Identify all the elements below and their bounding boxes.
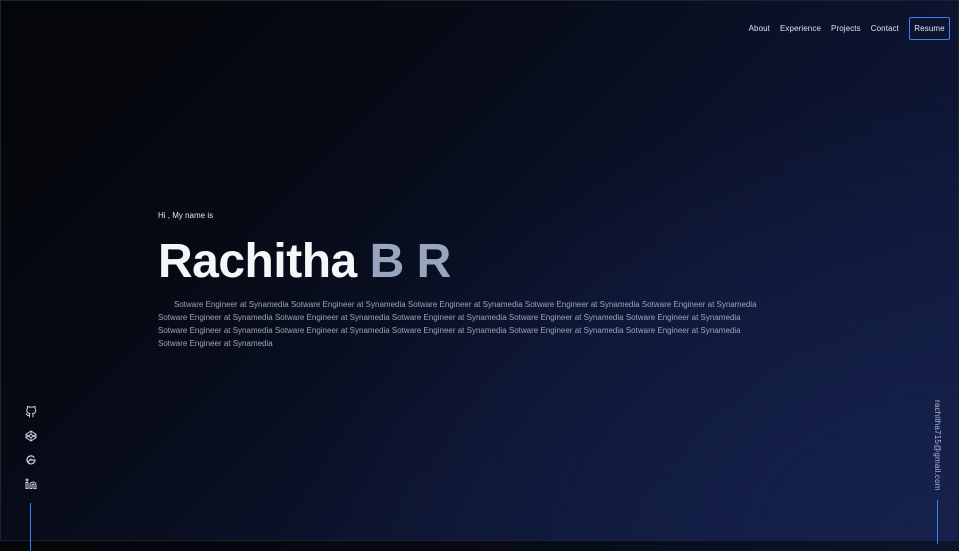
nav-experience[interactable]: Experience [780,24,821,33]
hero-bio: Sotware Engineer at Synamedia Sotware En… [158,300,757,348]
social-links [22,405,39,551]
email-divider-line [937,499,938,544]
hero-greeting: Hi , My name is [158,211,214,220]
hero-section: Hi , My name is Rachitha B R Sotware Eng… [158,211,768,350]
resume-button[interactable]: Resume [909,17,950,40]
linkedin-icon[interactable] [24,477,38,491]
social-divider-line [30,503,31,551]
nav-contact[interactable]: Contact [871,24,899,33]
codepen-icon[interactable] [24,429,38,443]
nav-about[interactable]: About [749,24,770,33]
hero-name-first: Rachitha [158,235,357,288]
gatsby-icon[interactable] [24,453,38,467]
hero-name: Rachitha B R [158,235,768,289]
nav-projects[interactable]: Projects [831,24,861,33]
email-link[interactable]: rachitha715@gmail.com [933,400,942,491]
hero-name-last: B R [369,235,452,288]
top-nav: About Experience Projects Contact Resume [749,17,950,40]
github-icon[interactable] [24,405,38,419]
email-column: rachitha715@gmail.com [933,400,942,544]
